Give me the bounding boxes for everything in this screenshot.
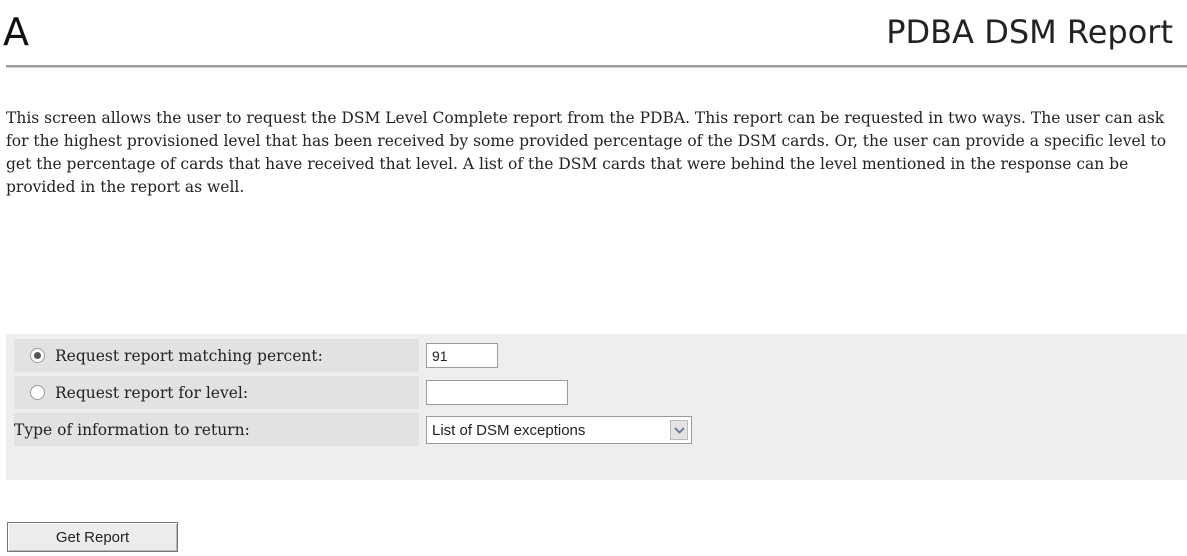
radio-level-icon[interactable] bbox=[30, 385, 45, 400]
level-option[interactable]: Request report for level: bbox=[14, 376, 419, 409]
title-divider bbox=[6, 65, 1187, 68]
info-type-label-text: Type of information to return: bbox=[14, 420, 250, 439]
level-input[interactable] bbox=[426, 380, 568, 405]
percent-row: Request report matching percent: bbox=[14, 339, 1187, 372]
panel-letter: A bbox=[3, 10, 29, 54]
info-type-select[interactable]: List of DSM exceptions bbox=[426, 416, 692, 444]
chevron-down-icon[interactable] bbox=[670, 420, 688, 440]
page-title: PDBA DSM Report bbox=[886, 13, 1173, 51]
page-description: This screen allows the user to request t… bbox=[6, 109, 1167, 196]
info-type-selected-value: List of DSM exceptions bbox=[432, 421, 586, 439]
level-option-label: Request report for level: bbox=[55, 383, 249, 402]
info-type-row: Type of information to return: List of D… bbox=[14, 413, 1187, 446]
percent-input[interactable] bbox=[426, 343, 498, 368]
percent-option-label: Request report matching percent: bbox=[55, 346, 323, 365]
info-type-label: Type of information to return: bbox=[14, 413, 419, 446]
level-row: Request report for level: bbox=[14, 376, 1187, 409]
radio-percent-selected-icon[interactable] bbox=[30, 348, 45, 363]
get-report-button[interactable]: Get Report bbox=[7, 522, 178, 552]
percent-option[interactable]: Request report matching percent: bbox=[14, 339, 419, 372]
report-form: Request report matching percent: Request… bbox=[6, 334, 1187, 480]
